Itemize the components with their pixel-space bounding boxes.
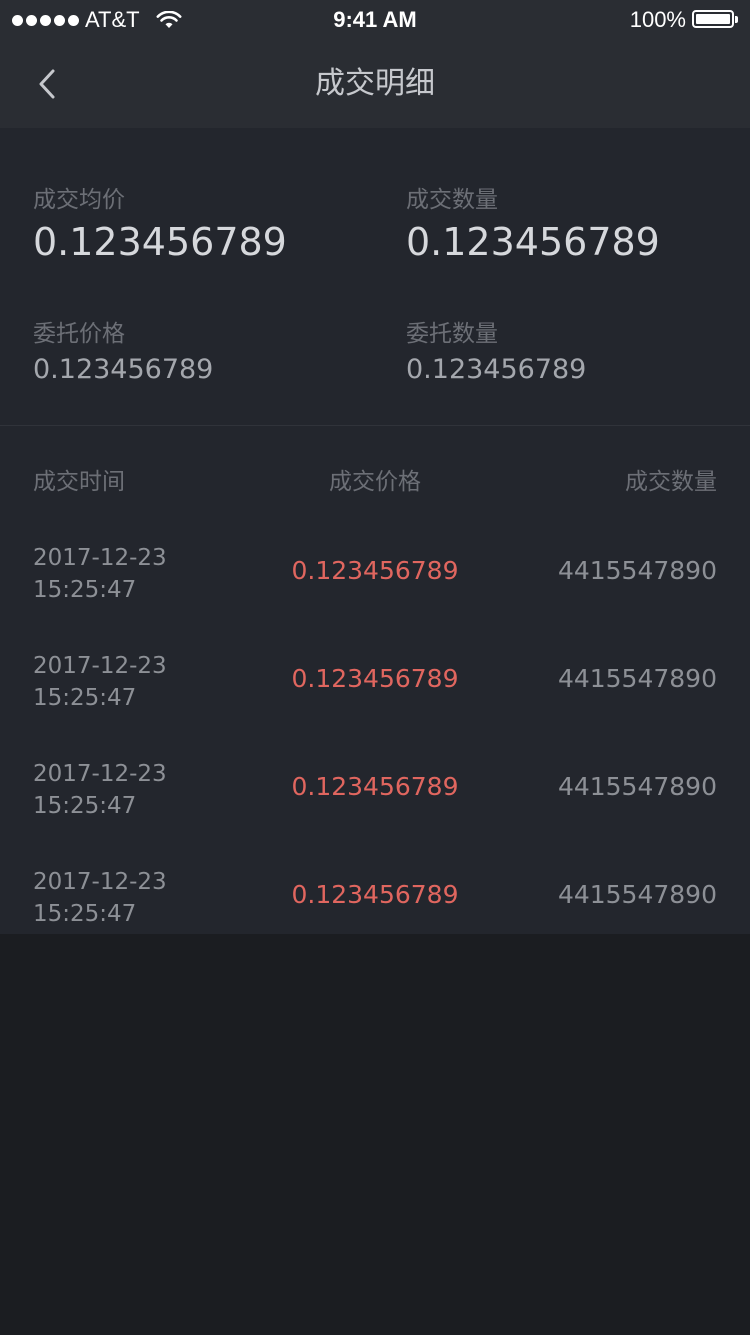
summary-panel: 成交均价 0.123456789 成交数量 0.123456789 委托价格 0… [0,128,750,425]
battery-percent: 100% [629,7,686,32]
avg-price-block: 成交均价 0.123456789 [33,180,287,264]
order-price-value: 0.123456789 [33,354,214,385]
trade-qty: 4415547890 [557,556,717,585]
table-row: 2017-12-23 15:25:47 0.123456789 44155478… [0,634,750,742]
trade-qty: 4415547890 [557,664,717,693]
order-qty-label: 委托数量 [406,321,498,347]
status-right: 100% [630,0,740,40]
avg-price-label: 成交均价 [33,187,125,213]
deal-qty-value: 0.123456789 [406,220,660,264]
table-row: 2017-12-23 15:25:47 0.123456789 44155478… [0,526,750,634]
avg-price-value: 0.123456789 [33,220,287,264]
deal-qty-label: 成交数量 [406,187,498,213]
page-title: 成交明细 [315,66,435,101]
trade-qty: 4415547890 [557,880,717,909]
status-bar: AT&T 9:41 AM 100% [0,0,750,40]
order-qty-value: 0.123456789 [406,354,587,385]
deal-qty-block: 成交数量 0.123456789 [406,180,660,264]
order-price-label: 委托价格 [33,321,125,347]
trade-qty: 4415547890 [557,772,717,801]
order-qty-block: 委托数量 0.123456789 [406,314,586,385]
order-price-block: 委托价格 0.123456789 [33,314,213,385]
table-row: 2017-12-23 15:25:47 0.123456789 44155478… [0,850,750,958]
battery-icon [692,10,740,30]
trade-list-header: 成交时间 成交价格 成交数量 [0,426,750,526]
nav-bar: 成交明细 [0,40,750,128]
table-row: 2017-12-23 15:25:47 0.123456789 44155478… [0,742,750,850]
header-qty: 成交数量 [625,469,717,495]
trade-list: 成交时间 成交价格 成交数量 2017-12-23 15:25:47 0.123… [0,426,750,934]
